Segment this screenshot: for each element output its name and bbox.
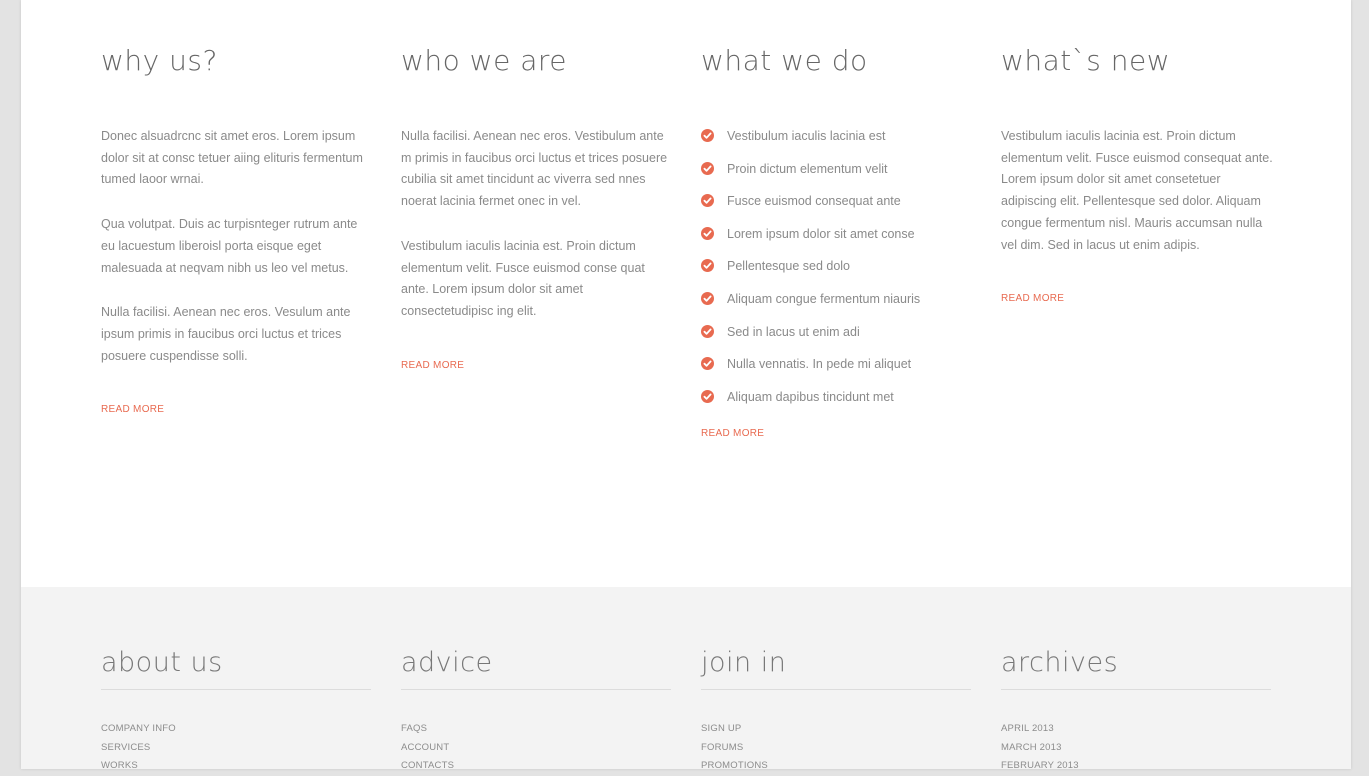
who-we-are-read-more-link[interactable]: READ MORE [401,359,464,373]
list-item-label: Aliquam dapibus tincidunt met [727,389,894,404]
list-item-label: Vestibulum iaculis lacinia est [727,129,886,143]
check-circle-icon [701,291,714,305]
footer-join-in-links: SIGN UP FORUMS PROMOTIONS [701,720,768,776]
footer-link-sign-up[interactable]: SIGN UP [701,720,768,739]
why-us-heading: why us? [101,44,218,77]
why-us-paragraph: Qua volutpat. Duis ac turpisnteger rutru… [101,217,358,275]
check-circle-icon [701,389,714,403]
list-item-label: Lorem ipsum dolor sit amet conse [727,226,915,241]
check-circle-icon [701,226,714,240]
check-circle-icon [701,324,714,338]
list-item: Nulla vennatis. In pede mi aliquet [701,354,973,387]
footer-advice-links: FAQS ACCOUNT CONTACTS [401,720,454,776]
footer-archives-heading: archives [1001,647,1119,678]
list-item-label: Fusce euismod consequat ante [727,194,901,209]
what-we-do-heading: what we do [701,44,868,77]
list-item-label: Pellentesque sed dolo [727,259,851,274]
check-circle-icon [701,357,714,371]
footer-link-works[interactable]: WORKS [101,757,176,776]
list-item: Pellentesque sed dolo [701,256,973,289]
footer-about-us-links: COMPANY INFO SERVICES WORKS [101,720,176,776]
footer-link-services[interactable]: SERVICES [101,739,176,758]
list-item-label: Sed in lacus ut enim adi [727,324,860,339]
list-item: Sed in lacus ut enim adi [701,322,973,355]
whats-new-heading: what`s new [1001,44,1171,77]
services-check-list: Vestibulum iaculis lacinia est Proin dic… [701,126,973,419]
check-circle-icon [701,161,714,175]
footer-link-forums[interactable]: FORUMS [701,739,768,758]
list-item: Aliquam dapibus tincidunt met [701,387,973,420]
divider [401,689,671,690]
list-item-label: Aliquam congue fermentum niauris [727,291,921,306]
list-item: Aliquam congue fermentum niauris [701,289,973,322]
features-section: why us? Donec alsuadrcnc sit amet eros. … [21,0,1351,587]
why-us-paragraph: Nulla facilisi. Aenean nec eros. Vesulum… [101,305,351,363]
why-us-paragraph: Donec alsuadrcnc sit amet eros. Lorem ip… [101,129,363,187]
whats-new-read-more-link[interactable]: READ MORE [1001,292,1064,306]
footer-link-contacts[interactable]: CONTACTS [401,757,454,776]
list-item-label: Proin dictum elementum velit [727,161,888,176]
why-us-read-more-link[interactable]: READ MORE [101,403,164,417]
divider [1001,689,1271,690]
divider [701,689,971,690]
who-we-are-paragraph: Vestibulum iaculis lacinia est. Proin di… [401,238,645,318]
list-item: Proin dictum elementum velit [701,159,973,192]
check-circle-icon [701,129,714,142]
footer-archives-links: APRIL 2013 MARCH 2013 FEBRUARY 2013 [1001,720,1079,776]
footer-link-faqs[interactable]: FAQS [401,720,454,739]
check-circle-icon [701,194,714,208]
footer-about-us-heading: about us [101,647,223,678]
footer: about us COMPANY INFO SERVICES WORKS adv… [21,587,1351,771]
what-we-do-read-more-link[interactable]: READ MORE [701,427,764,441]
footer-link-april-2013[interactable]: APRIL 2013 [1001,720,1079,739]
footer-link-promotions[interactable]: PROMOTIONS [701,757,768,776]
list-item: Lorem ipsum dolor sit amet conse [701,224,973,257]
footer-link-march-2013[interactable]: MARCH 2013 [1001,739,1079,758]
divider [101,689,371,690]
whats-new-paragraph: Vestibulum iaculis lacinia est. Proin di… [1001,129,1273,252]
check-circle-icon [701,259,714,273]
list-item: Vestibulum iaculis lacinia est [701,126,973,159]
list-item-label: Nulla vennatis. In pede mi aliquet [727,357,912,372]
page: why us? Donec alsuadrcnc sit amet eros. … [21,0,1351,771]
footer-link-company-info[interactable]: COMPANY INFO [101,720,176,739]
footer-link-february-2013[interactable]: FEBRUARY 2013 [1001,757,1079,776]
list-item: Fusce euismod consequat ante [701,191,973,224]
footer-advice-heading: advice [401,647,493,678]
footer-join-in-heading: join in [701,647,787,678]
who-we-are-paragraph: Nulla facilisi. Aenean nec eros. Vestibu… [401,129,668,209]
who-we-are-heading: who we are [401,44,567,77]
footer-link-account[interactable]: ACCOUNT [401,739,454,758]
